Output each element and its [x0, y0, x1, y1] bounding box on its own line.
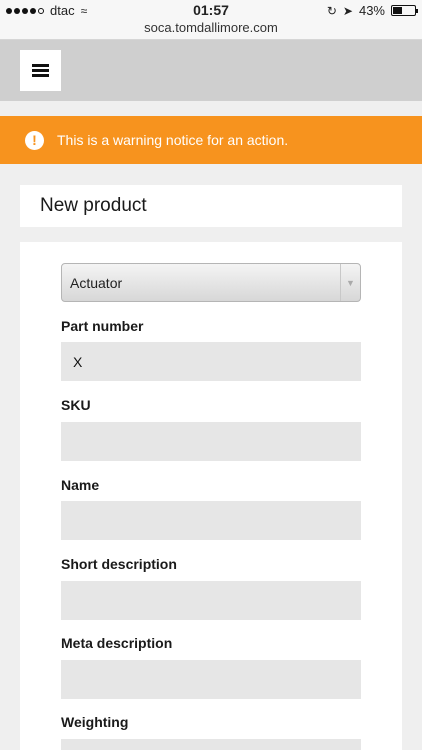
- status-right: ↻ ➤ 43%: [326, 3, 418, 18]
- location-arrow-icon: ➤: [342, 3, 353, 18]
- part-number-input[interactable]: [61, 342, 361, 381]
- battery-percent: 43%: [358, 3, 385, 18]
- chevron-down-icon: ▼: [340, 264, 360, 301]
- weighting-input[interactable]: [61, 739, 361, 750]
- weighting-label: Weighting: [61, 714, 129, 730]
- name-input[interactable]: [61, 501, 361, 540]
- warning-message: This is a warning notice for an action.: [57, 132, 289, 148]
- product-form: Actuator ▼ Part number SKU Name Short de…: [20, 242, 402, 750]
- meta-description-label: Meta description: [61, 635, 173, 651]
- battery-icon: [391, 5, 418, 16]
- sku-input[interactable]: [61, 422, 361, 461]
- warning-notice: ! This is a warning notice for an action…: [0, 116, 422, 164]
- rotation-lock-icon: ↻: [326, 3, 337, 18]
- page-title-card: New product: [20, 185, 402, 227]
- short-description-label: Short description: [61, 556, 177, 572]
- url-bar[interactable]: soca.tomdallimore.com: [0, 20, 422, 35]
- hamburger-menu-icon: [32, 64, 49, 77]
- product-type-select[interactable]: Actuator ▼: [61, 263, 361, 302]
- status-bar: dtac ≈ 01:57 soca.tomdallimore.com ↻ ➤ 4…: [0, 0, 422, 40]
- part-number-label: Part number: [61, 318, 144, 334]
- name-label: Name: [61, 477, 100, 493]
- exclamation-circle-icon: !: [25, 130, 44, 150]
- page-title: New product: [40, 195, 147, 216]
- sku-label: SKU: [61, 397, 91, 413]
- product-type-selected: Actuator: [70, 274, 123, 291]
- menu-button[interactable]: [20, 50, 61, 91]
- short-description-input[interactable]: [61, 581, 361, 620]
- top-navbar: [0, 40, 422, 101]
- meta-description-input[interactable]: [61, 660, 361, 699]
